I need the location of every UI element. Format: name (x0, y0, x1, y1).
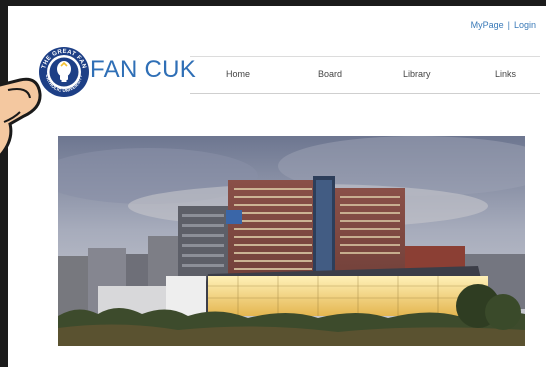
link-separator: | (507, 20, 510, 30)
nav-item-library[interactable]: Library (403, 69, 431, 79)
page: MyPage | Login THE GREAT FAN CATHOLIC UNIV… (8, 6, 546, 367)
hand-pointer-icon (0, 60, 60, 170)
nav-item-links[interactable]: Links (495, 69, 516, 79)
mypage-link[interactable]: MyPage (471, 20, 504, 30)
brand-title[interactable]: FAN CUK (90, 56, 196, 84)
top-links: MyPage | Login (471, 20, 536, 30)
nav-item-home[interactable]: Home (226, 69, 250, 79)
main-nav: Home Board Library Links (190, 56, 540, 94)
nav-item-board[interactable]: Board (318, 69, 342, 79)
campus-building-photo (58, 136, 525, 346)
login-link[interactable]: Login (514, 20, 536, 30)
